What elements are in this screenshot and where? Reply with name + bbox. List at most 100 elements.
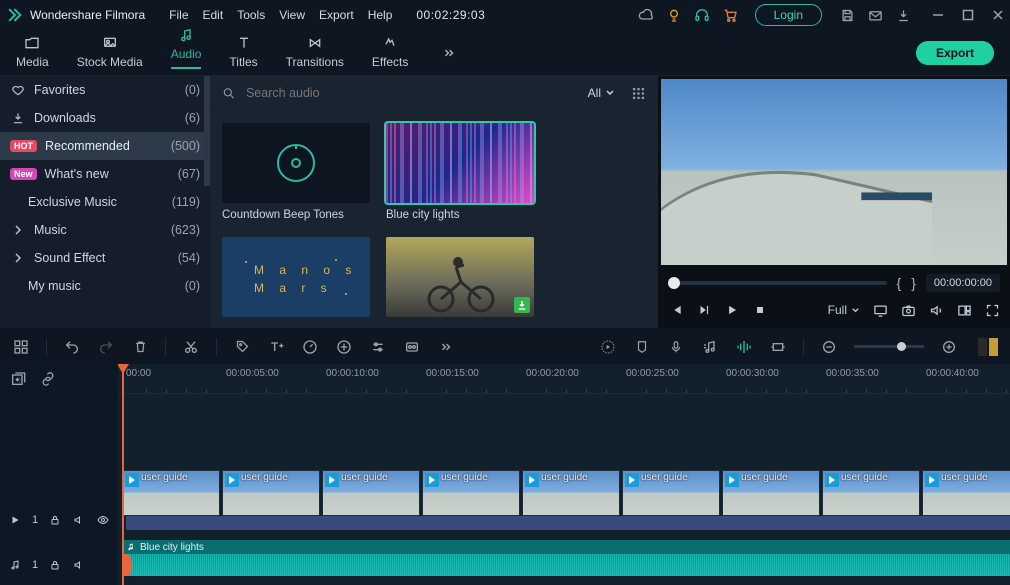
zoom-in-icon[interactable] <box>940 338 958 356</box>
sidebar-item-exclusive[interactable]: Exclusive Music (119) <box>0 188 210 216</box>
asset-thumb[interactable] <box>386 123 534 203</box>
video-clip[interactable]: user guide <box>822 470 920 516</box>
lightbulb-icon[interactable] <box>663 4 685 26</box>
quality-dropdown[interactable]: Full <box>828 303 860 317</box>
speed-icon[interactable] <box>301 338 319 356</box>
video-clip[interactable]: user guide <box>922 470 1010 516</box>
display-icon[interactable] <box>872 302 888 318</box>
mark-out-button[interactable]: } <box>911 275 916 291</box>
lock-icon[interactable] <box>48 513 62 527</box>
tab-stockmedia[interactable]: Stock Media <box>77 35 143 75</box>
search-input[interactable] <box>222 86 572 101</box>
menu-file[interactable]: File <box>169 8 188 22</box>
render-preview-icon[interactable] <box>599 338 617 356</box>
add-text-icon[interactable] <box>267 338 285 356</box>
asset-item[interactable]: Blue city lights <box>386 123 534 221</box>
stop-icon[interactable] <box>752 302 768 318</box>
audio-clip[interactable]: Blue city lights <box>122 540 1010 576</box>
audio-mixer-icon[interactable] <box>701 338 719 356</box>
export-button[interactable]: Export <box>916 41 994 65</box>
sidebar-item-favorites[interactable]: Favorites (0) <box>0 76 210 104</box>
menu-tools[interactable]: Tools <box>237 8 265 22</box>
color-icon[interactable] <box>403 338 421 356</box>
video-clip[interactable]: user guide <box>722 470 820 516</box>
undo-icon[interactable] <box>63 338 81 356</box>
asset-item[interactable]: Countdown Beep Tones <box>222 123 370 221</box>
playhead[interactable] <box>122 364 124 585</box>
asset-thumb[interactable]: M a n o sM a r s <box>222 237 370 317</box>
zoom-slider[interactable] <box>854 345 924 348</box>
step-back-icon[interactable] <box>668 302 684 318</box>
sidebar-item-mymusic[interactable]: My music (0) <box>0 272 210 300</box>
cart-icon[interactable] <box>719 4 741 26</box>
tab-audio[interactable]: Audio <box>171 27 202 75</box>
tag-icon[interactable] <box>233 338 251 356</box>
headphones-icon[interactable] <box>691 4 713 26</box>
preview-seekbar[interactable] <box>668 281 887 285</box>
sidebar-item-recommended[interactable]: HOT Recommended (500) <box>0 132 210 160</box>
mute-icon[interactable] <box>72 558 86 572</box>
redo-icon[interactable] <box>97 338 115 356</box>
video-clip[interactable]: user guide <box>422 470 520 516</box>
mute-icon[interactable] <box>72 513 86 527</box>
eye-icon[interactable] <box>96 513 110 527</box>
grid-view-icon[interactable] <box>631 86 646 101</box>
add-track-icon[interactable] <box>10 371 26 387</box>
snapshot-icon[interactable] <box>900 302 916 318</box>
tab-media[interactable]: Media <box>16 35 49 75</box>
delete-icon[interactable] <box>131 338 149 356</box>
marker-icon[interactable] <box>633 338 651 356</box>
more-tools-icon[interactable] <box>437 338 455 356</box>
layout-icon[interactable] <box>956 302 972 318</box>
keyframe-icon[interactable] <box>769 338 787 356</box>
video-clip[interactable]: user guide <box>622 470 720 516</box>
link-icon[interactable] <box>40 371 56 387</box>
download-badge-icon[interactable] <box>514 297 530 313</box>
tab-transitions[interactable]: Transitions <box>286 35 344 75</box>
sidebar-item-music[interactable]: Music (623) <box>0 216 210 244</box>
fullscreen-icon[interactable] <box>984 302 1000 318</box>
video-track-head[interactable]: 1 <box>0 495 118 545</box>
tab-titles[interactable]: Titles <box>229 35 257 75</box>
video-clip[interactable]: user guide <box>222 470 320 516</box>
volume-icon[interactable] <box>928 302 944 318</box>
auto-beat-icon[interactable] <box>735 338 753 356</box>
cut-icon[interactable] <box>182 338 200 356</box>
window-maximize-icon[interactable] <box>962 9 974 21</box>
play-icon[interactable] <box>724 302 740 318</box>
zoom-out-icon[interactable] <box>820 338 838 356</box>
video-track[interactable]: user guideuser guideuser guideuser guide… <box>122 470 1010 520</box>
window-close-icon[interactable] <box>992 9 1004 21</box>
layout-grid-icon[interactable] <box>12 338 30 356</box>
filter-dropdown[interactable]: All <box>582 84 621 102</box>
video-clip[interactable]: user guide <box>122 470 220 516</box>
window-minimize-icon[interactable] <box>932 9 944 21</box>
crop-pan-icon[interactable] <box>335 338 353 356</box>
sidebar-item-soundeffect[interactable]: Sound Effect (54) <box>0 244 210 272</box>
audio-track[interactable]: Blue city lights <box>122 540 1010 576</box>
menu-edit[interactable]: Edit <box>203 8 224 22</box>
tabs-more-icon[interactable] <box>440 46 458 60</box>
video-clip[interactable]: user guide <box>522 470 620 516</box>
login-button[interactable]: Login <box>755 4 822 26</box>
play-forward-icon[interactable] <box>696 302 712 318</box>
mail-icon[interactable] <box>864 4 886 26</box>
asset-item[interactable] <box>386 237 534 323</box>
audio-track-head[interactable]: 1 <box>0 545 118 585</box>
lock-icon[interactable] <box>48 558 62 572</box>
asset-thumb[interactable] <box>222 123 370 203</box>
asset-thumb[interactable] <box>386 237 534 317</box>
timeline-body[interactable]: 00:0000:00:05:0000:00:10:0000:00:15:0000… <box>118 364 1010 585</box>
asset-item[interactable]: M a n o sM a r s <box>222 237 370 323</box>
download-icon[interactable] <box>892 4 914 26</box>
menu-export[interactable]: Export <box>319 8 354 22</box>
cloud-icon[interactable] <box>635 4 657 26</box>
sidebar-item-whatsnew[interactable]: New What's new (67) <box>0 160 210 188</box>
menu-view[interactable]: View <box>279 8 305 22</box>
sliders-icon[interactable] <box>369 338 387 356</box>
sidebar-item-downloads[interactable]: Downloads (6) <box>0 104 210 132</box>
menu-help[interactable]: Help <box>368 8 393 22</box>
mark-in-button[interactable]: { <box>897 275 902 291</box>
timeline-ruler[interactable]: 00:0000:00:05:0000:00:10:0000:00:15:0000… <box>118 364 1010 394</box>
voiceover-icon[interactable] <box>667 338 685 356</box>
